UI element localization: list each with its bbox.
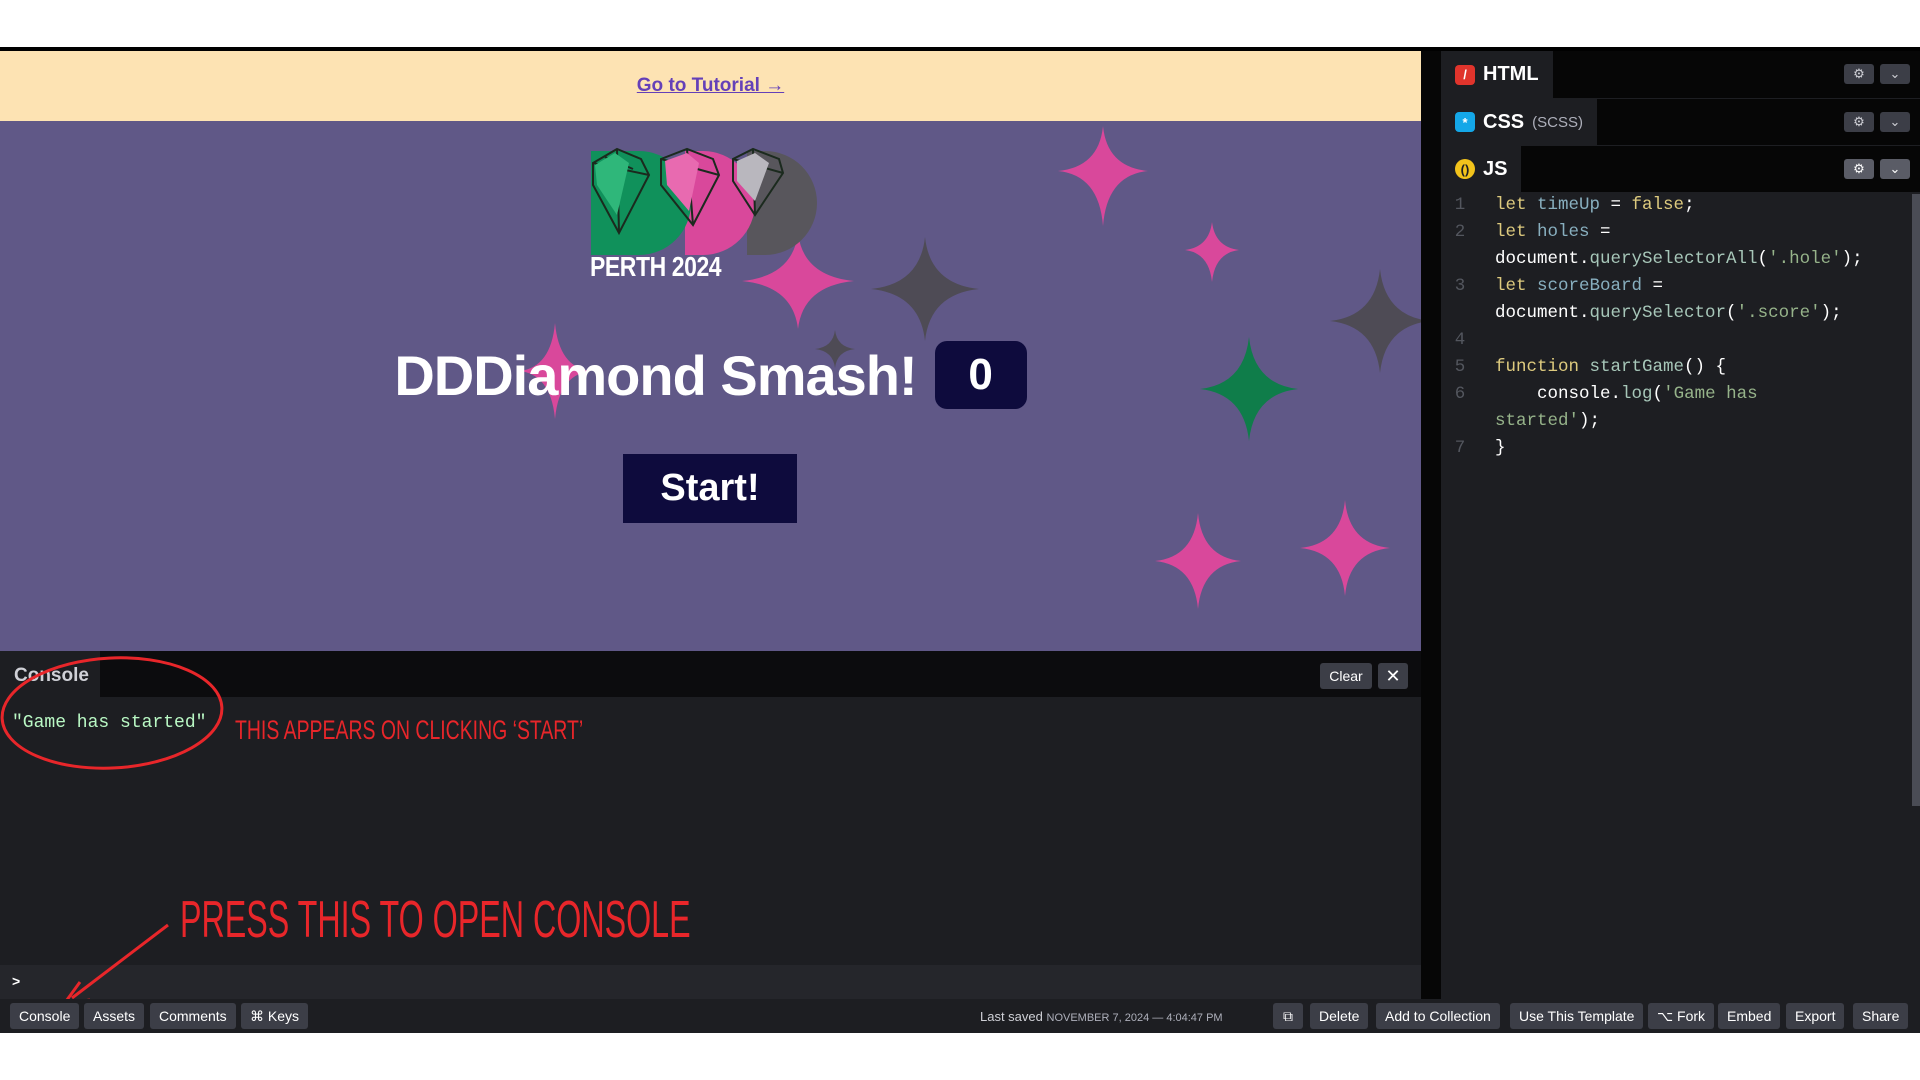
code-text: let holes = [1495,222,1611,242]
preview-pane: Go to Tutorial → PERTH 2024 DDDiamond Sm… [0,51,1421,651]
keys-button[interactable]: ⌘ Keys [241,1003,309,1029]
open-new-window-icon[interactable]: ⧉ [1273,1003,1303,1029]
last-saved-date: November 7, 2024 — 4:04:47 PM [1046,1012,1223,1024]
annotation-arrow-line [71,923,169,1000]
line-number: 5 [1454,357,1466,377]
tab-js[interactable]: () JS [1441,146,1522,192]
start-button[interactable]: Start! [623,454,797,523]
tab-js-label: JS [1483,157,1508,180]
annotation-marks [0,656,224,1006]
tab-css-preprocessor: (SCSS) [1532,113,1583,131]
gear-icon[interactable]: ⚙ [1844,64,1874,84]
tab-css[interactable]: * CSS (SCSS) [1441,99,1597,145]
tab-html[interactable]: / HTML [1441,51,1553,98]
line-number: 3 [1454,276,1466,296]
code-text: console.log('Game has [1495,384,1758,404]
footer-bar: Console Assets Comments ⌘ Keys Last save… [0,999,1920,1033]
code-text: } [1495,438,1506,458]
line-number: 7 [1454,438,1466,458]
line-number: 1 [1454,195,1466,215]
annotation-circle [0,656,224,770]
line-number: 4 [1454,330,1466,350]
pink-star-icon [1058,126,1148,226]
chevron-down-icon[interactable]: ⌄ [1880,159,1910,179]
close-console-button[interactable]: ✕ [1378,663,1408,689]
css-editor-header: * CSS (SCSS) ⚙ ⌄ [1441,99,1920,145]
tab-html-label: HTML [1483,63,1539,85]
code-editor: / HTML ⚙ ⌄ * CSS (SCSS) ⚙ ⌄ () JS ⚙ ⌄ 1 l… [1441,51,1920,999]
chevron-down-icon[interactable]: ⌄ [1880,112,1910,132]
score-display: 0 [934,341,1027,409]
title-row: DDDiamond Smash! 0 [0,341,1421,409]
use-template-button[interactable]: Use This Template [1510,1003,1644,1029]
annotation-press-note: Press this to open console [180,891,691,949]
console-button[interactable]: Console [10,1003,80,1029]
code-text: let timeUp = false; [1495,195,1695,215]
add-to-collection-button[interactable]: Add to Collection [1376,1003,1500,1029]
share-button[interactable]: Share [1853,1003,1909,1029]
code-text: document.querySelector('.score'); [1495,303,1842,323]
pink-star-icon [1185,222,1239,282]
code-text: document.querySelectorAll('.hole'); [1495,249,1863,269]
logo-text: PERTH 2024 [590,251,722,282]
embed-button[interactable]: Embed [1718,1003,1781,1029]
tutorial-bar: Go to Tutorial → [0,51,1421,121]
editor-scrollbar[interactable] [1912,194,1920,806]
tab-css-label: CSS [1483,110,1525,133]
gear-icon[interactable]: ⚙ [1844,159,1874,179]
js-editor-header: () JS ⚙ ⌄ [1441,146,1920,192]
line-number: 2 [1454,222,1466,242]
gray-star-icon [871,237,979,341]
last-saved-status: Last saved November 7, 2024 — 4:04:47 PM [980,1009,1223,1024]
export-button[interactable]: Export [1786,1003,1845,1029]
chevron-down-icon[interactable]: ⌄ [1880,64,1910,84]
fork-button[interactable]: ⌥ Fork [1648,1003,1715,1029]
pink-star-icon [1155,513,1241,609]
line-number: 6 [1454,384,1466,404]
annotation-click-note: This appears on clicking ‘Start’ [235,715,584,745]
code-text: let scoreBoard = [1495,276,1664,296]
clear-console-button[interactable]: Clear [1320,663,1372,689]
delete-button[interactable]: Delete [1310,1003,1369,1029]
code-text: started'); [1495,411,1601,431]
code-text: function startGame() { [1495,357,1727,377]
css-icon: * [1455,112,1475,132]
pane-divider[interactable] [1421,51,1441,999]
html-editor-header: / HTML ⚙ ⌄ [1441,51,1920,98]
comments-button[interactable]: Comments [150,1003,236,1029]
gear-icon[interactable]: ⚙ [1844,112,1874,132]
last-saved-label: Last saved [980,1009,1043,1024]
js-icon: () [1455,159,1475,179]
html-icon: / [1455,64,1475,85]
tutorial-link[interactable]: Go to Tutorial → [637,75,784,97]
game-title: DDDiamond Smash! [394,343,917,407]
assets-button[interactable]: Assets [84,1003,145,1029]
pink-star-icon [1300,500,1390,596]
